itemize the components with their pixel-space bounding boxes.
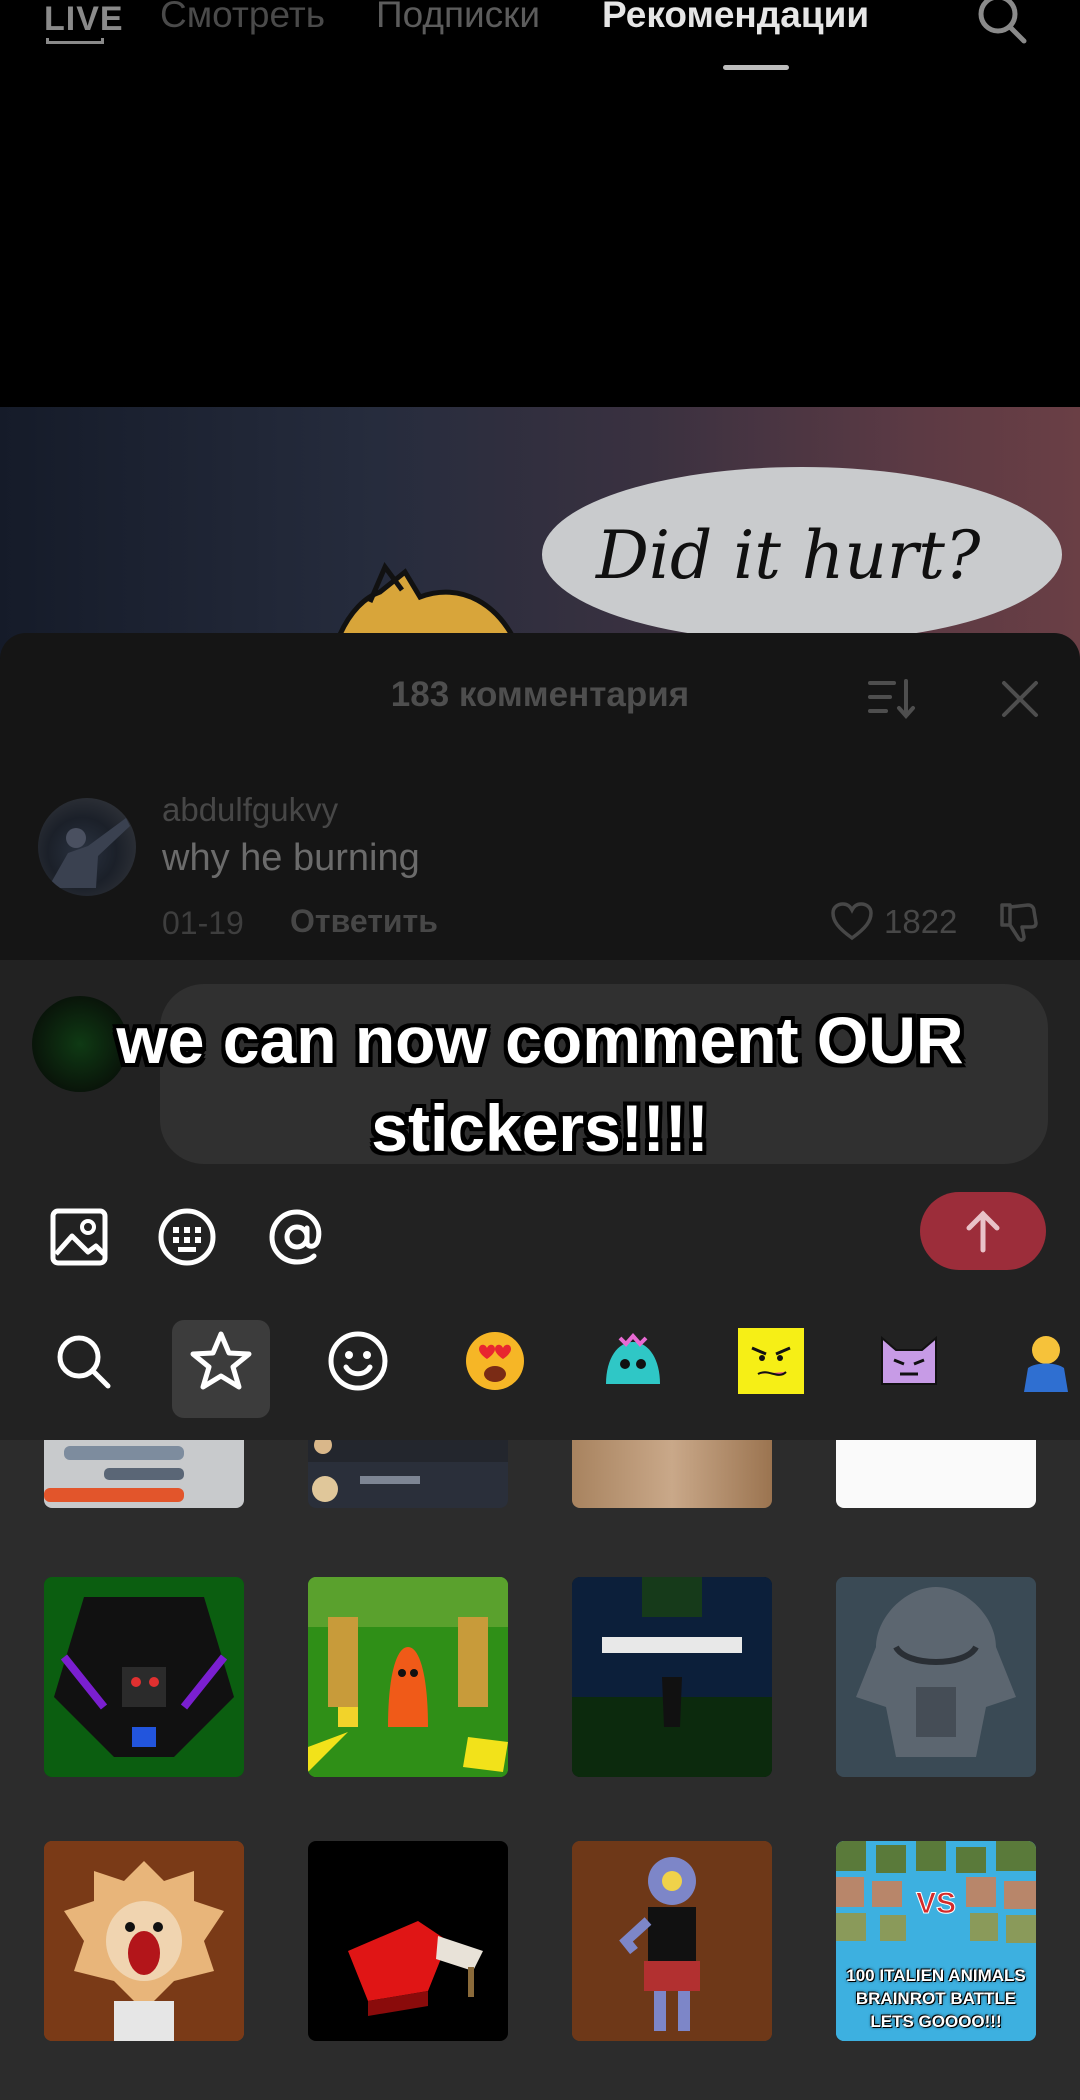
- comment-text: why he burning: [162, 837, 420, 879]
- sticker-roblox-orange-character[interactable]: [308, 1577, 508, 1777]
- comment-date: 01-19: [162, 905, 244, 941]
- sticker-chat-screenshot[interactable]: [44, 1440, 244, 1508]
- person-emoji-sticker-icon[interactable]: [1016, 1328, 1080, 1394]
- reply-button[interactable]: Ответить: [290, 903, 438, 940]
- active-tab-indicator: [723, 65, 789, 70]
- battle-caption-line: 100 ITALIEN ANIMALS: [846, 1966, 1026, 1985]
- sticker-night-scene[interactable]: [572, 1577, 772, 1777]
- send-button[interactable]: [920, 1192, 1046, 1270]
- comment-item: abdulfgukvy why he burning 01-19 Ответит…: [0, 773, 1080, 943]
- yellow-face-sticker-icon[interactable]: [738, 1328, 804, 1394]
- sticker-grid: VS 100 ITALIEN ANIMALS BRAINROT BATTLE L…: [0, 1440, 1080, 2100]
- caption-line-2: stickers!!!!: [371, 1091, 709, 1165]
- sticker-photo-figure[interactable]: [572, 1440, 772, 1508]
- sticker-profile-screenshot[interactable]: [308, 1440, 508, 1508]
- live-button[interactable]: LIVE: [44, 0, 124, 39]
- speech-bubble-text: Did it hurt?: [596, 517, 981, 594]
- live-icon: [46, 38, 104, 44]
- svg-text:VS: VS: [916, 1887, 956, 1920]
- purple-cat-sticker-icon[interactable]: [876, 1328, 942, 1394]
- video-caption-overlay: we can now comment OUR stickers!!!!: [30, 996, 1050, 1172]
- dislike-icon[interactable]: [996, 899, 1040, 943]
- sticker-brainrot-battle[interactable]: VS 100 ITALIEN ANIMALS BRAINROT BATTLE L…: [836, 1841, 1036, 2041]
- heart-icon[interactable]: [830, 901, 874, 941]
- battle-caption-line: BRAINROT BATTLE: [855, 1989, 1017, 2008]
- emoji-smile-icon[interactable]: [325, 1328, 391, 1394]
- mention-icon[interactable]: [266, 1206, 328, 1268]
- battle-caption-line: LETS GOOOO!!!: [870, 2012, 1002, 2031]
- search-icon[interactable]: [972, 0, 1032, 50]
- brainrot-battle-caption: 100 ITALIEN ANIMALS BRAINROT BATTLE LETS…: [836, 1964, 1036, 2033]
- tab-recommendations[interactable]: Рекомендации: [602, 0, 869, 36]
- comments-count-title: 183 комментария: [390, 675, 690, 714]
- sticker-robot-figure[interactable]: [572, 1841, 772, 2041]
- sticker-search-icon[interactable]: [50, 1328, 116, 1394]
- sticker-keyboard-icon[interactable]: [156, 1206, 218, 1268]
- sticker-screaming-creature[interactable]: [44, 1841, 244, 2041]
- comment-username[interactable]: abdulfgukvy: [162, 791, 338, 829]
- tab-subscriptions[interactable]: Подписки: [376, 0, 540, 36]
- sticker-tabs: [0, 1300, 1080, 1440]
- close-icon[interactable]: [998, 677, 1042, 721]
- image-icon[interactable]: [48, 1206, 110, 1268]
- favorites-star-icon[interactable]: [188, 1328, 254, 1394]
- top-navigation: LIVE Смотреть Подписки Рекомендации: [0, 0, 1080, 80]
- like-count: 1822: [884, 903, 958, 940]
- sticker-red-blocks[interactable]: [308, 1841, 508, 2041]
- arrow-up-icon: [966, 1210, 1000, 1253]
- avatar[interactable]: [38, 798, 136, 896]
- avatar-figure-icon: [48, 818, 130, 888]
- sticker-white-image[interactable]: [836, 1440, 1036, 1508]
- sticker-roblox-dark-creature[interactable]: [44, 1577, 244, 1777]
- teal-creature-sticker-icon[interactable]: [600, 1328, 666, 1394]
- heart-eyes-emoji-icon[interactable]: [462, 1328, 528, 1394]
- tab-watch[interactable]: Смотреть: [160, 0, 325, 36]
- sort-icon[interactable]: [866, 677, 918, 721]
- sticker-werewolf-art[interactable]: [836, 1577, 1036, 1777]
- caption-line-1: we can now comment OUR: [116, 1003, 964, 1077]
